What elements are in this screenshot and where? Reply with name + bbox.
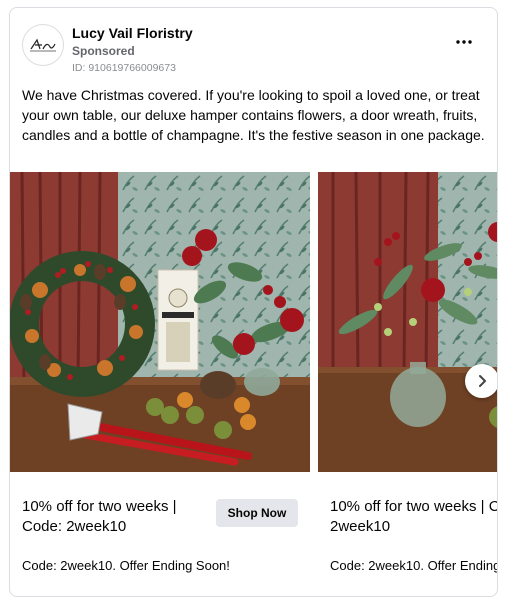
florist-logo-icon — [30, 38, 56, 52]
ad-carousel: 10% off for two weeks | Code: 2week10 Sh… — [10, 172, 498, 596]
christmas-hamper-image[interactable] — [10, 172, 310, 472]
carousel-card-1[interactable]: 10% off for two weeks | Code: 2week10 Sh… — [10, 172, 310, 596]
chevron-right-icon — [479, 375, 486, 387]
shop-now-button[interactable]: Shop Now — [216, 499, 298, 527]
ad-card: Lucy Vail Floristry Sponsored ID: 910619… — [9, 7, 498, 597]
card-description: Code: 2week10. Offer Ending Soon! — [22, 558, 230, 573]
page-avatar[interactable] — [22, 24, 64, 66]
sponsored-label: Sponsored — [72, 44, 135, 58]
more-options-button[interactable] — [451, 32, 477, 52]
card-description: Code: 2week10. Offer Ending Soon! — [330, 558, 498, 573]
ad-body-text: We have Christmas covered. If you're loo… — [22, 87, 485, 143]
card-headline[interactable]: 10% off for two weeks | Code: 2week10 — [330, 497, 497, 537]
more-options-icon — [456, 40, 472, 44]
card-headline[interactable]: 10% off for two weeks | Code: 2week10 — [22, 497, 202, 537]
ad-header: Lucy Vail Floristry Sponsored ID: 910619… — [22, 24, 485, 74]
flower-vase-image[interactable] — [318, 172, 497, 472]
page-name-link[interactable]: Lucy Vail Floristry — [72, 24, 193, 42]
ad-id-text: ID: 910619766009673 — [72, 62, 176, 74]
carousel-next-button[interactable] — [465, 364, 497, 398]
